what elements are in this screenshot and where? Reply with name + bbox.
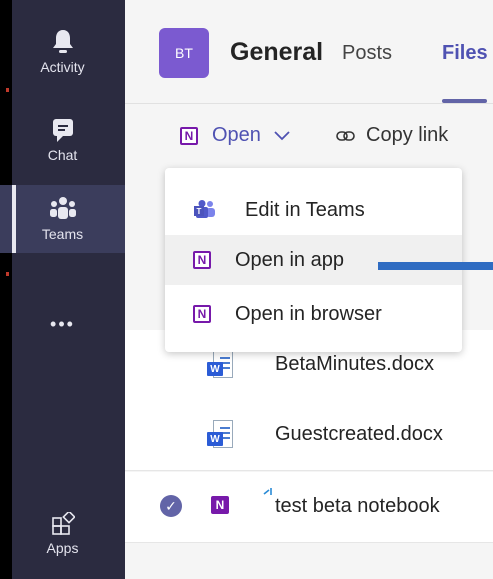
team-avatar: BT: [159, 28, 209, 78]
chat-icon: [52, 119, 73, 142]
link-icon: [336, 130, 355, 141]
tab-posts[interactable]: Posts: [342, 42, 392, 65]
menu-item-edit-in-teams[interactable]: T Edit in Teams: [165, 185, 462, 235]
svg-text:T: T: [197, 207, 202, 216]
file-name[interactable]: Guestcreated.docx: [275, 423, 443, 446]
apps-icon: [51, 512, 75, 535]
rail-item-teams[interactable]: Teams: [0, 185, 125, 253]
rail-item-label: Chat: [47, 147, 78, 163]
table-row[interactable]: W Guestcreated.docx: [125, 400, 493, 471]
bell-icon: [52, 30, 73, 53]
rail-item-label: Apps: [46, 540, 79, 556]
menu-item-label: Open in app: [235, 248, 344, 271]
onenote-file-icon: N: [211, 496, 229, 514]
more-icon: •••: [50, 313, 75, 334]
open-button[interactable]: N Open: [180, 124, 291, 147]
teams-icon: T: [194, 200, 215, 218]
menu-item-open-in-app[interactable]: N Open in app: [165, 235, 462, 285]
word-file-icon: W: [207, 420, 233, 453]
table-row[interactable]: ✓ N test beta notebook: [125, 472, 493, 543]
file-name[interactable]: BetaMinutes.docx: [275, 353, 434, 376]
app-rail: Activity Chat Teams ••• Apps: [0, 0, 125, 579]
tab-files[interactable]: Files: [442, 42, 488, 65]
sync-indicator-icon: [263, 488, 272, 495]
rail-item-label: Activity: [40, 59, 85, 75]
selected-check-icon[interactable]: ✓: [160, 495, 182, 517]
rail-item-chat[interactable]: Chat: [0, 106, 125, 174]
copy-link-label: Copy link: [366, 124, 449, 146]
annotation-arrow: [378, 262, 493, 270]
rail-item-apps[interactable]: Apps: [0, 500, 125, 568]
chevron-down-icon: [274, 130, 290, 140]
teams-icon: [49, 197, 76, 219]
word-file-icon: W: [207, 350, 233, 383]
onenote-icon: N: [193, 251, 211, 269]
rail-item-more[interactable]: •••: [0, 290, 125, 358]
copy-link-button[interactable]: Copy link: [336, 124, 448, 147]
files-toolbar: N Open Copy link: [125, 104, 493, 168]
open-button-label: Open: [212, 124, 261, 146]
onenote-icon: N: [193, 305, 211, 323]
menu-item-open-in-browser[interactable]: N Open in browser: [165, 289, 462, 339]
menu-item-label: Edit in Teams: [245, 198, 365, 221]
rail-edge-mark: [6, 272, 9, 276]
onenote-icon: N: [180, 126, 198, 145]
rail-edge-mark: [6, 88, 9, 92]
open-dropdown-menu: T Edit in Teams N Open in app N Open in …: [165, 168, 462, 352]
channel-header: BT General Posts Files: [125, 0, 493, 103]
rail-item-label: Teams: [41, 226, 84, 242]
rail-item-activity[interactable]: Activity: [0, 18, 125, 86]
channel-title: General: [230, 38, 324, 66]
file-name[interactable]: test beta notebook: [275, 495, 440, 518]
menu-item-label: Open in browser: [235, 302, 382, 325]
